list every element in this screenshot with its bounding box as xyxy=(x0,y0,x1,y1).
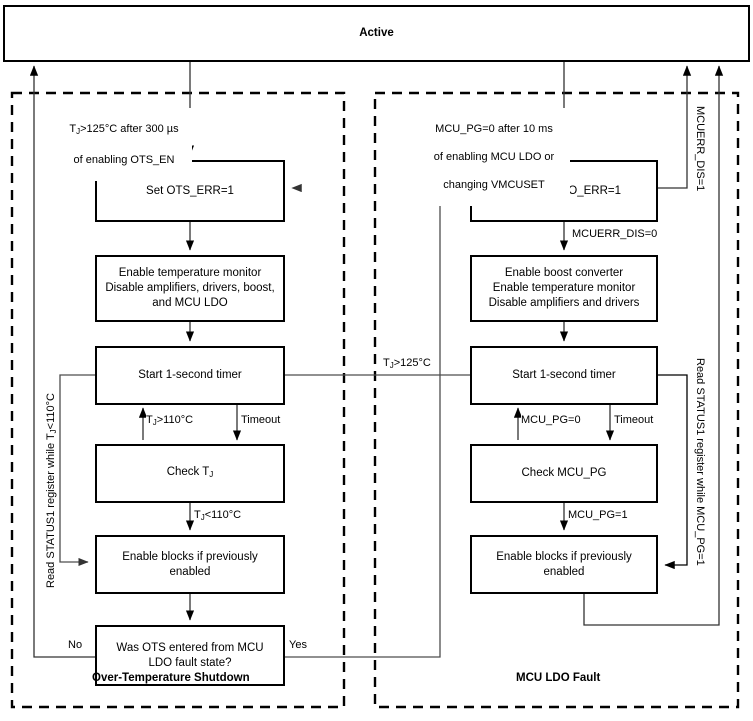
check-tj-subscript: J xyxy=(209,469,214,479)
tj-condition: >125°C after 300 µs xyxy=(80,123,179,135)
state-box-active[interactable]: Active xyxy=(3,5,750,62)
vlabel-mcuerr-dis-1: MCUERR_DIS=1 xyxy=(694,106,706,192)
process-label-disable-blocks: Enable temperature monitor Disable ampli… xyxy=(105,267,275,309)
edge-label-left-entry-line1: TJ>125°C after 300 µs xyxy=(56,122,192,139)
process-box-left-enable-blocks[interactable]: Enable blocks if previously enabled xyxy=(95,535,285,594)
edge-label-timeout-left: Timeout xyxy=(241,413,281,427)
edge-label-tj-gt-110: TJ>110°C xyxy=(146,413,194,430)
edge-label-no: No xyxy=(68,638,83,652)
edge-label-right-entry-line1: MCU_PG=0 after 10 ms xyxy=(435,123,553,135)
process-box-right-enable-blocks[interactable]: Enable blocks if previously enabled xyxy=(470,535,658,594)
edge-label-right-entry-line2: of enabling MCU LDO or xyxy=(433,151,555,163)
edge-label-yes: Yes xyxy=(289,638,307,652)
process-box-right-timer[interactable]: Start 1-second timer xyxy=(470,346,658,405)
state-label-active: Active xyxy=(359,27,394,39)
tj-text: T xyxy=(146,414,153,426)
group-title-mculdo: MCU LDO Fault xyxy=(516,672,601,684)
tj-condition: >125°C xyxy=(393,357,431,369)
vlabel-tj-subscript: J xyxy=(48,429,58,434)
edge-label-right-entry: MCU_PG=0 after 10 ms of enabling MCU LDO… xyxy=(418,108,570,206)
process-box-enable-boost[interactable]: Enable boost converter Enable temperatur… xyxy=(470,255,658,322)
process-label-set-ots-err: Set OTS_ERR=1 xyxy=(146,184,234,197)
group-title-ots: Over-Temperature Shutdown xyxy=(92,672,250,684)
check-tj-text: Check T xyxy=(166,466,210,479)
edge-label-mcu-pg-0: MCU_PG=0 xyxy=(521,413,581,427)
vlabel-tj-tail: <110°C xyxy=(45,393,57,430)
vlabel-read-status1-tj-text: Read STATUS1 register while T xyxy=(45,433,57,588)
decision-label-ots-from-mculdo: Was OTS entered from MCU LDO fault state… xyxy=(116,641,264,669)
vlabel-read-status1-tj: Read STATUS1 register while TJ<110°C xyxy=(45,393,58,588)
flowchart-canvas: Active Set OTS_ERR=1 Enable temperature … xyxy=(0,0,753,721)
edge-label-timeout-right: Timeout xyxy=(614,413,654,427)
tj-text: T xyxy=(383,357,390,369)
process-label-right-timer: Start 1-second timer xyxy=(512,369,616,381)
edge-label-left-entry-line2: of enabling OTS_EN xyxy=(73,153,175,166)
edge-label-mcuerr-dis-0: MCUERR_DIS=0 xyxy=(572,227,658,241)
vlabel-read-status1-mcupg: Read STATUS1 register while MCU_PG=1 xyxy=(694,358,706,566)
process-label-check-mcu-pg: Check MCU_PG xyxy=(521,467,607,479)
process-label-left-enable-blocks: Enable blocks if previously enabled xyxy=(122,550,258,578)
edge-label-left-entry: TJ>125°C after 300 µs of enabling OTS_EN xyxy=(56,108,192,181)
process-box-disable-blocks[interactable]: Enable temperature monitor Disable ampli… xyxy=(95,255,285,322)
tj-condition: >110°C xyxy=(156,414,194,426)
tj-condition: <110°C xyxy=(204,509,242,521)
process-label-right-enable-blocks: Enable blocks if previously enabled xyxy=(496,550,632,578)
edge-label-tj-gt-125-cross: TJ>125°C xyxy=(383,356,431,373)
edge-label-right-entry-line3: changing VMCUSET xyxy=(443,179,545,191)
process-label-check-tj: Check TJ xyxy=(167,465,214,482)
tj-text: T xyxy=(194,509,201,521)
edge-label-tj-lt-110: TJ<110°C xyxy=(194,508,242,525)
process-box-left-timer[interactable]: Start 1-second timer xyxy=(95,346,285,405)
process-box-check-tj[interactable]: Check TJ xyxy=(95,444,285,503)
process-label-enable-boost: Enable boost converter Enable temperatur… xyxy=(488,267,640,309)
process-label-left-timer: Start 1-second timer xyxy=(138,369,242,381)
edge-label-mcu-pg-1: MCU_PG=1 xyxy=(568,508,628,522)
process-box-check-mcu-pg[interactable]: Check MCU_PG xyxy=(470,444,658,503)
